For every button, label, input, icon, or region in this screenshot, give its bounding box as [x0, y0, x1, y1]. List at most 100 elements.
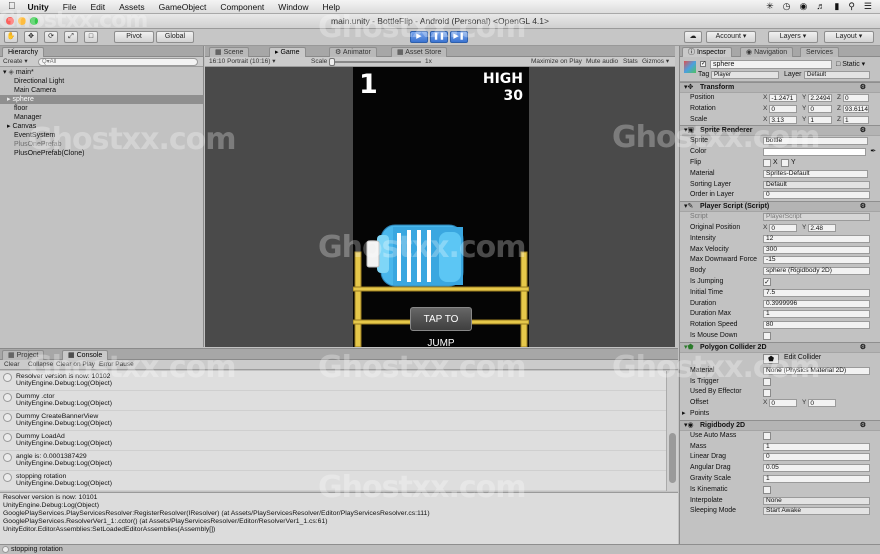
gravity-scale-field[interactable]: 1 — [763, 474, 870, 483]
scene-root[interactable]: ▾ ◈ main* — [0, 68, 203, 77]
orig-x[interactable]: X0 — [763, 223, 798, 232]
layers-dropdown[interactable]: Layers ▾ — [768, 31, 818, 43]
account-dropdown[interactable]: Account ▾ — [706, 31, 756, 43]
intensity-field[interactable]: 12 — [763, 234, 870, 243]
bluetooth-icon[interactable]: ✳ — [766, 1, 774, 12]
rotation-z[interactable]: Z 93.6114 — [837, 104, 869, 113]
position-y-value[interactable]: 2.2494 — [808, 94, 833, 102]
list-icon[interactable]: ☰ — [864, 1, 872, 12]
tab-scene[interactable]: ▦ Scene — [209, 47, 250, 57]
console-entry[interactable]: angle is: 0.0001387429 UnityEngine.Debug:… — [0, 451, 666, 471]
order-in-layer-field[interactable]: 0 — [763, 191, 870, 200]
tab-hierarchy[interactable]: Hierarchy — [2, 47, 44, 57]
points-row[interactable]: ▸ Points — [680, 409, 880, 420]
rigidbody-header[interactable]: ▾◉ Rigidbody 2D ⚙ — [680, 419, 880, 431]
rotation-speed-field[interactable]: 80 — [763, 321, 870, 330]
position-z-value[interactable]: 0 — [842, 94, 869, 102]
tab-inspector[interactable]: ⓘ Inspector — [682, 47, 732, 57]
scale-z[interactable]: Z1 — [837, 115, 869, 124]
eyedropper-icon[interactable]: ✒ — [870, 147, 876, 158]
settings-gear-icon[interactable]: ⚙ — [860, 126, 866, 136]
console-scrollbar[interactable] — [666, 371, 678, 491]
hierarchy-item[interactable]: Directional Light — [0, 77, 203, 86]
rotation-y-value[interactable]: 0 — [808, 104, 833, 113]
hierarchy-item[interactable]: Manager — [0, 113, 203, 122]
global-toggle[interactable]: Global — [156, 31, 194, 43]
angular-drag-field[interactable]: 0.05 — [763, 464, 870, 473]
linear-drag-field[interactable]: 0 — [763, 453, 870, 462]
tab-animator[interactable]: ⚙ Animator — [329, 47, 377, 57]
layer-dropdown[interactable]: Default — [804, 71, 870, 79]
search-icon[interactable]: ⚲ — [848, 1, 855, 12]
orig-x-value[interactable]: 0 — [769, 223, 798, 232]
object-name-input[interactable]: sphere — [710, 60, 832, 69]
orig-y[interactable]: Y 2.48 — [802, 223, 837, 232]
rotation-z-value[interactable]: 93.6114 — [842, 104, 869, 113]
offset-x[interactable]: X0 — [763, 399, 798, 408]
gizmos-dropdown[interactable]: Gizmos ▾ — [642, 57, 669, 67]
tab-navigation[interactable]: ◉ Navigation — [740, 47, 794, 57]
volume-icon[interactable]: ♬ — [816, 1, 825, 12]
create-dropdown[interactable]: Create — [3, 58, 23, 65]
rotation-x[interactable]: X0 — [763, 104, 798, 113]
is-mouse-down-checkbox[interactable] — [763, 332, 771, 341]
menu-gameobject[interactable]: GameObject — [159, 2, 207, 12]
rotation-y[interactable]: Y0 — [802, 104, 833, 113]
static-toggle[interactable]: □ Static ▾ — [836, 60, 865, 68]
hierarchy-item-selected[interactable]: ▸ sphere — [0, 95, 203, 104]
maximize-on-play-toggle[interactable]: Maximize on Play — [531, 57, 582, 67]
wifi-icon[interactable]: ◉ — [800, 1, 808, 12]
duration-max-field[interactable]: 1 — [763, 310, 870, 319]
collab-cloud-icon[interactable]: ☁ — [684, 31, 702, 43]
position-x[interactable]: X -1.2471 — [763, 94, 798, 102]
hierarchy-item[interactable]: floor — [0, 104, 203, 113]
tab-asset-store[interactable]: ▦ Asset Store — [391, 47, 448, 57]
orig-y-value[interactable]: 2.48 — [808, 223, 837, 232]
offset-y-value[interactable]: 0 — [808, 399, 837, 408]
used-by-effector-checkbox[interactable] — [763, 388, 771, 397]
scale-slider-thumb[interactable] — [329, 58, 335, 66]
rotation-x-value[interactable]: 0 — [769, 104, 798, 113]
mute-audio-toggle[interactable]: Mute audio — [586, 57, 618, 67]
duration-field[interactable]: 0.3999996 — [763, 299, 870, 308]
is-jumping-checkbox[interactable]: ✓ — [763, 278, 771, 287]
tag-dropdown[interactable]: Player — [711, 71, 779, 79]
hierarchy-item[interactable]: Main Camera — [0, 86, 203, 95]
stats-toggle[interactable]: Stats — [623, 57, 638, 67]
layout-dropdown[interactable]: Layout ▾ — [824, 31, 874, 43]
body-field[interactable]: sphere (Rigidbody 2D) — [763, 267, 870, 276]
use-auto-mass-checkbox[interactable] — [763, 432, 771, 441]
max-downward-force-field[interactable]: -15 — [763, 256, 870, 265]
position-x-value[interactable]: -1.2471 — [769, 94, 798, 102]
material-field[interactable]: Sprites-Default — [763, 169, 868, 178]
offset-y[interactable]: Y0 — [802, 399, 837, 408]
sleeping-mode-dropdown[interactable]: Start Awake — [763, 507, 870, 516]
clock-icon[interactable]: ◷ — [783, 1, 791, 12]
offset-x-value[interactable]: 0 — [769, 399, 798, 408]
hierarchy-search-input[interactable]: Q▾All — [38, 58, 198, 66]
player-script-header[interactable]: ▾✎ Player Script (Script) ⚙ — [680, 201, 880, 213]
transform-header[interactable]: ▾✥ Transform ⚙ — [680, 82, 880, 93]
settings-gear-icon[interactable]: ⚙ — [860, 202, 866, 212]
position-z[interactable]: Z0 — [837, 94, 869, 102]
battery-icon[interactable]: ▮ — [834, 1, 839, 12]
mass-field[interactable]: 1 — [763, 442, 870, 451]
game-viewport[interactable]: 1 HIGH 30 TAP TO JUMP — [205, 67, 675, 347]
aspect-dropdown[interactable]: 16:10 Portrait (10:16) ▾ — [209, 57, 276, 67]
scale-slider[interactable] — [329, 58, 421, 66]
game-canvas[interactable]: 1 HIGH 30 TAP TO JUMP — [353, 67, 529, 347]
console-entry[interactable]: Dummy LoadAd UnityEngine.Debug:Log(Object… — [0, 431, 666, 451]
tab-game[interactable]: ▸ Game — [269, 47, 306, 57]
flip-y-checkbox[interactable] — [781, 159, 789, 168]
settings-gear-icon[interactable]: ⚙ — [860, 343, 866, 353]
active-checkbox[interactable]: ✓ — [700, 61, 706, 67]
initial-time-field[interactable]: 7.5 — [763, 288, 870, 297]
menu-window[interactable]: Window — [278, 2, 308, 12]
tab-services[interactable]: Services — [800, 47, 839, 57]
settings-gear-icon[interactable]: ⚙ — [860, 83, 866, 93]
interpolate-dropdown[interactable]: None — [763, 496, 870, 505]
is-kinematic-checkbox[interactable] — [763, 486, 771, 495]
clear-button[interactable]: Clear — [4, 360, 20, 370]
sorting-layer-dropdown[interactable]: Default — [763, 180, 870, 189]
max-velocity-field[interactable]: 300 — [763, 245, 870, 254]
